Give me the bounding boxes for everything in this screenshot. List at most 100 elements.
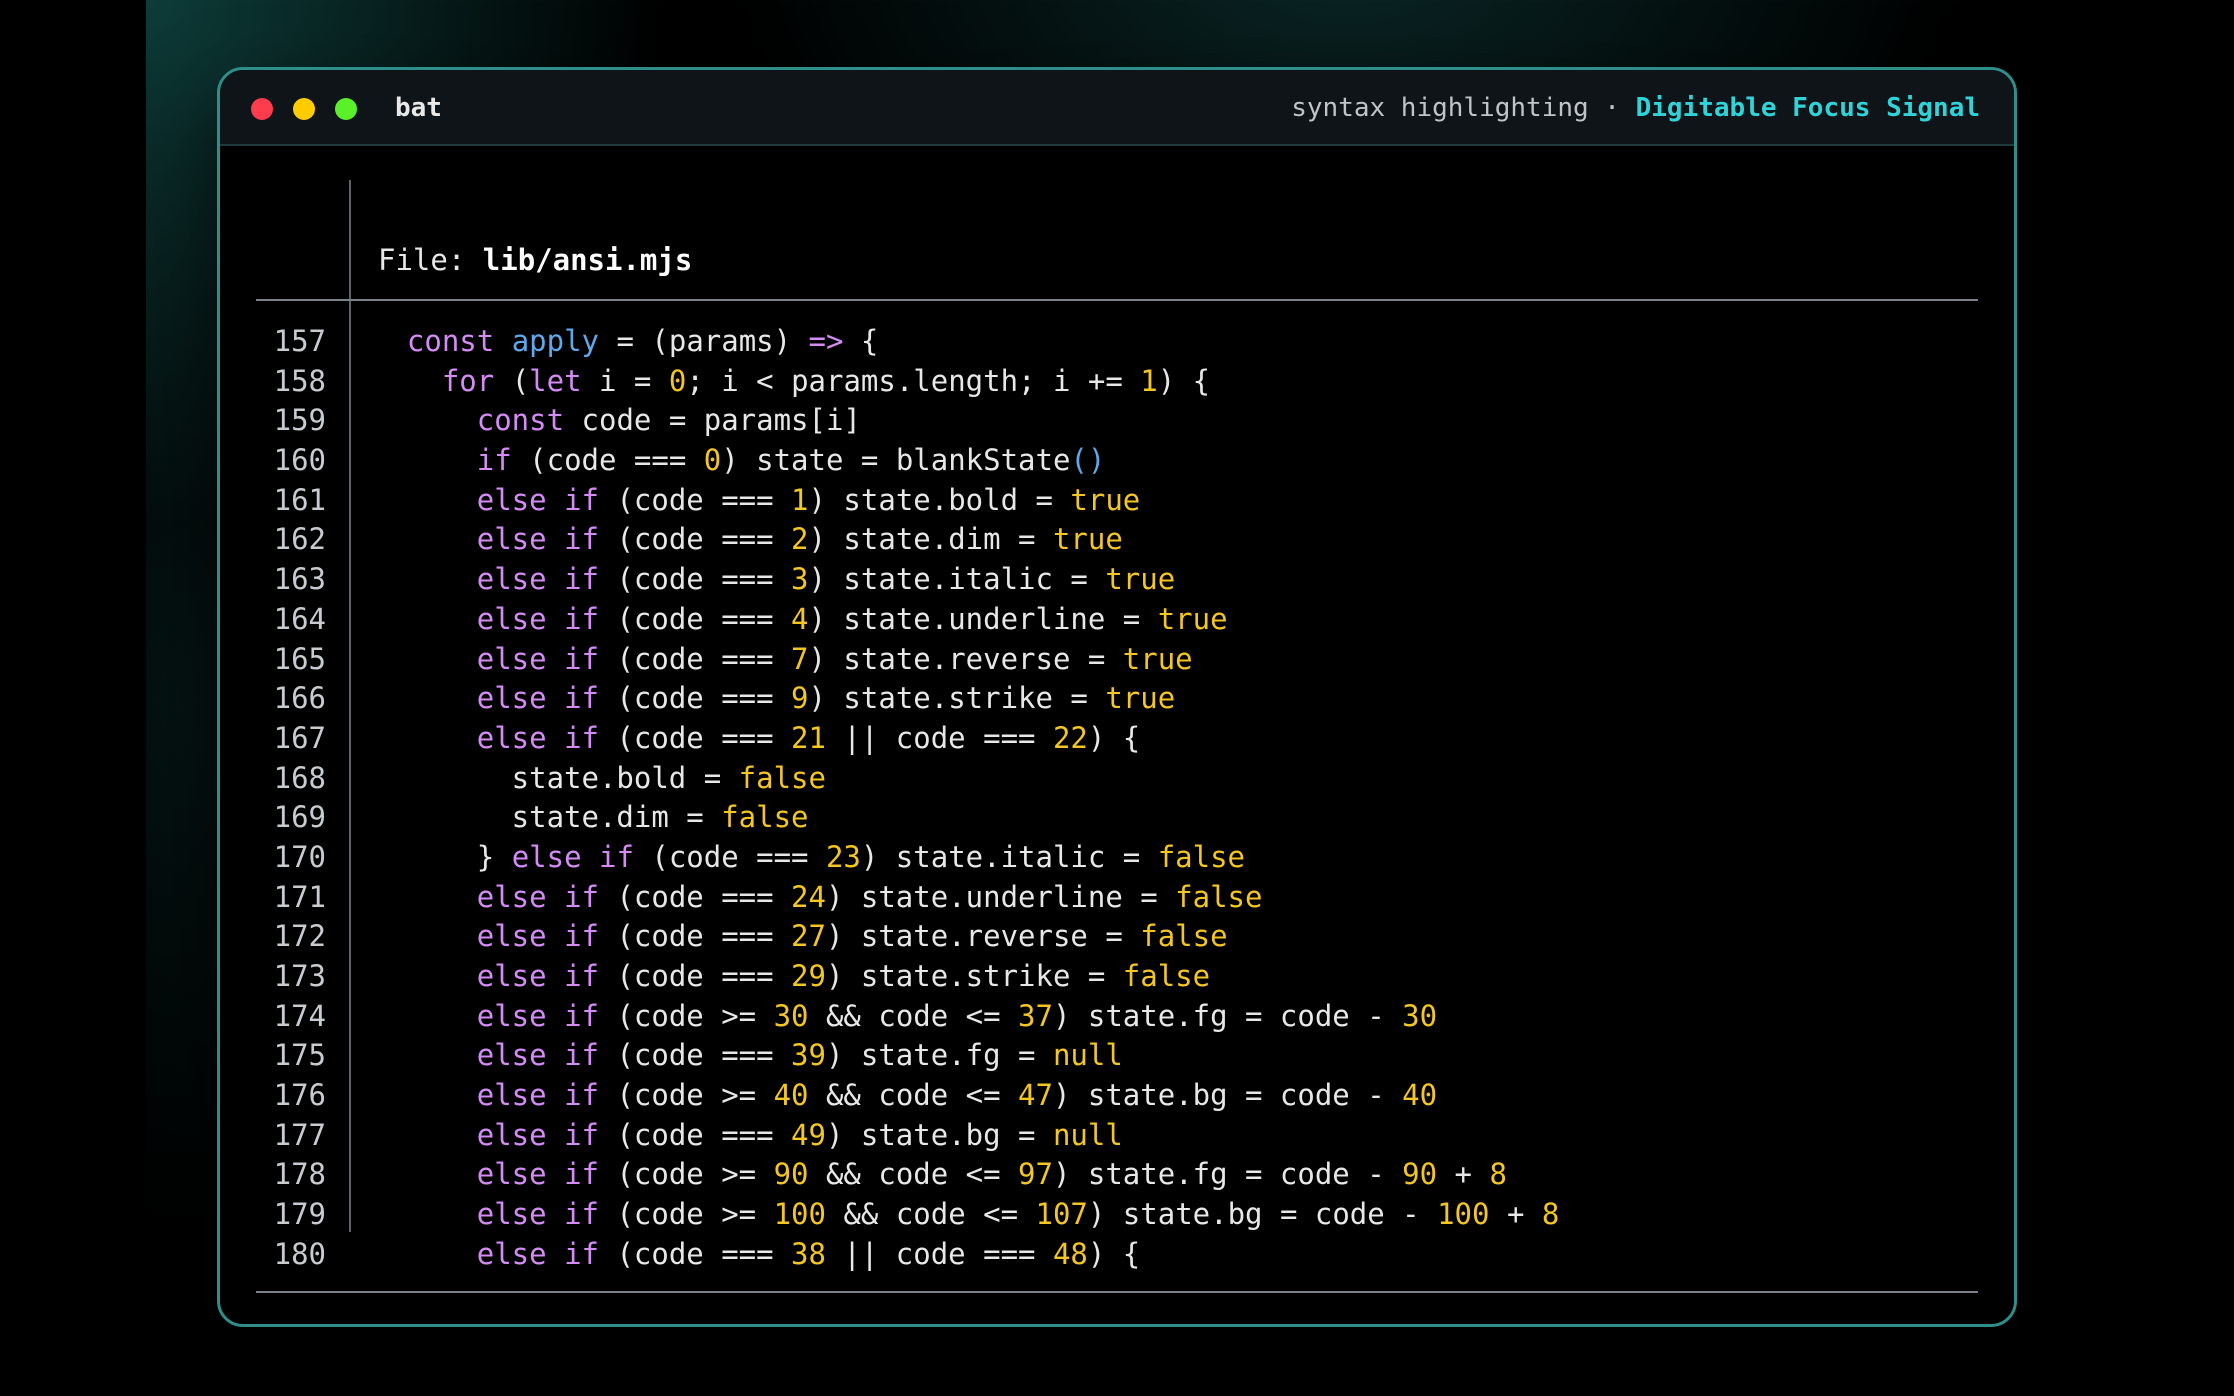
title-caption: syntax highlighting · Digitable Focus Si… <box>1291 92 1980 124</box>
code-token: true <box>1070 482 1141 517</box>
code-token: 4 <box>791 601 809 636</box>
code-token: 9 <box>791 681 809 716</box>
code-token: false <box>738 760 826 795</box>
line-source: else if (code === 3) state.italic = true <box>372 560 1175 600</box>
code-token: else if <box>476 1078 599 1113</box>
code-token: else if <box>511 839 634 874</box>
code-token: ) state.fg = <box>825 1038 1053 1073</box>
code-token: state.dim = <box>372 800 722 835</box>
code-token: true <box>1157 601 1228 636</box>
code-token: && code <= <box>808 1078 1019 1113</box>
code-token: || code === <box>825 1236 1053 1271</box>
line-source: state.dim = false <box>372 798 809 838</box>
code-token: false <box>1140 919 1228 954</box>
line-source: } else if (code === 23) state.italic = f… <box>372 838 1245 878</box>
code-token: true <box>1105 562 1176 597</box>
code-token: 37 <box>1018 998 1053 1033</box>
line-source: else if (code === 39) state.fg = null <box>372 1036 1123 1076</box>
code-token: 22 <box>1052 720 1088 755</box>
code-token: (code >= <box>598 1197 774 1232</box>
code-token: (code === <box>598 720 792 755</box>
code-token: 1 <box>1140 363 1158 398</box>
line-source: const code = params[i] <box>372 401 861 441</box>
code-token: else if <box>476 720 599 755</box>
code-token: state.bold = <box>372 760 739 795</box>
maximize-button[interactable] <box>335 98 357 120</box>
code-token: (code === <box>598 1117 792 1152</box>
code-token: ) { <box>1157 363 1211 398</box>
line-number: 157 <box>273 324 326 358</box>
code-token: 1 <box>791 482 809 517</box>
code-token: ; i < params.length; i += <box>686 363 1141 398</box>
line-number: 179 <box>273 1197 326 1232</box>
code-token: i = <box>581 363 669 398</box>
bat-output: File: lib/ansi.mjs 157 const apply = (pa… <box>220 146 2014 1324</box>
code-token: ) { <box>1087 720 1141 755</box>
code-token: false <box>1175 879 1263 914</box>
code-token: 27 <box>791 919 826 954</box>
code-token: (code === <box>598 641 792 676</box>
code-token: 7 <box>791 641 809 676</box>
code-token: 90 <box>1402 1157 1438 1192</box>
code-token: for <box>441 363 495 398</box>
code-token: else if <box>476 1236 599 1271</box>
line-number: 160 <box>273 443 326 478</box>
code-token: (code === <box>598 1236 792 1271</box>
code-token: false <box>1157 839 1246 874</box>
footer-rule <box>256 1291 1978 1293</box>
code-token: else if <box>476 641 599 676</box>
code-token: 0 <box>703 443 722 478</box>
line-number: 171 <box>273 879 326 914</box>
code-token: else if <box>476 681 599 716</box>
code-token: else if <box>476 1157 599 1192</box>
line-number: 174 <box>273 998 326 1033</box>
file-label: File: <box>378 243 466 277</box>
close-button[interactable] <box>251 98 273 120</box>
line-number: 177 <box>273 1117 326 1152</box>
code-token: (code === <box>598 919 792 954</box>
code-token: () <box>1070 443 1106 478</box>
header-rule <box>256 299 1978 301</box>
line-source: else if (code === 24) state.underline = … <box>372 878 1263 918</box>
code-token: (code === <box>598 601 792 636</box>
code-token: 100 <box>1437 1197 1490 1232</box>
code-token: null <box>1052 1038 1123 1073</box>
code-token: 47 <box>1018 1078 1053 1113</box>
code-token: 8 <box>1541 1197 1560 1232</box>
line-source: else if (code >= 40 && code <= 47) state… <box>372 1076 1437 1116</box>
code-token: 2 <box>791 522 809 557</box>
code-token: else if <box>476 601 599 636</box>
minimize-button[interactable] <box>293 98 315 120</box>
code-token: (code === <box>598 879 792 914</box>
code-token: 39 <box>791 1038 826 1073</box>
code-token: 3 <box>791 562 809 597</box>
code-token: const <box>476 403 565 438</box>
line-source: else if (code === 4) state.underline = t… <box>372 600 1228 640</box>
code-token: ) state.bg = code - <box>1087 1197 1438 1232</box>
line-source: else if (code >= 100 && code <= 107) sta… <box>372 1195 1560 1235</box>
code-token: 107 <box>1035 1197 1088 1232</box>
code-token: 0 <box>668 363 687 398</box>
code-token: code = params[i] <box>564 403 861 438</box>
line-source: const apply = (params) => { <box>372 322 878 362</box>
line-number: 166 <box>273 681 326 716</box>
code-token: } <box>372 839 512 874</box>
line-source: if (code === 0) state = blankState() <box>372 441 1106 481</box>
code-token: ) { <box>1087 1236 1141 1271</box>
code-token: ( <box>494 363 530 398</box>
code-token: else if <box>476 482 599 517</box>
code-token: ) state.underline = <box>808 601 1158 636</box>
code-token: (code === <box>598 959 792 993</box>
line-source: else if (code === 27) state.reverse = fa… <box>372 917 1228 957</box>
line-source: else if (code >= 90 && code <= 97) state… <box>372 1155 1507 1195</box>
code-token: 100 <box>773 1197 826 1232</box>
line-number: 161 <box>273 482 326 517</box>
